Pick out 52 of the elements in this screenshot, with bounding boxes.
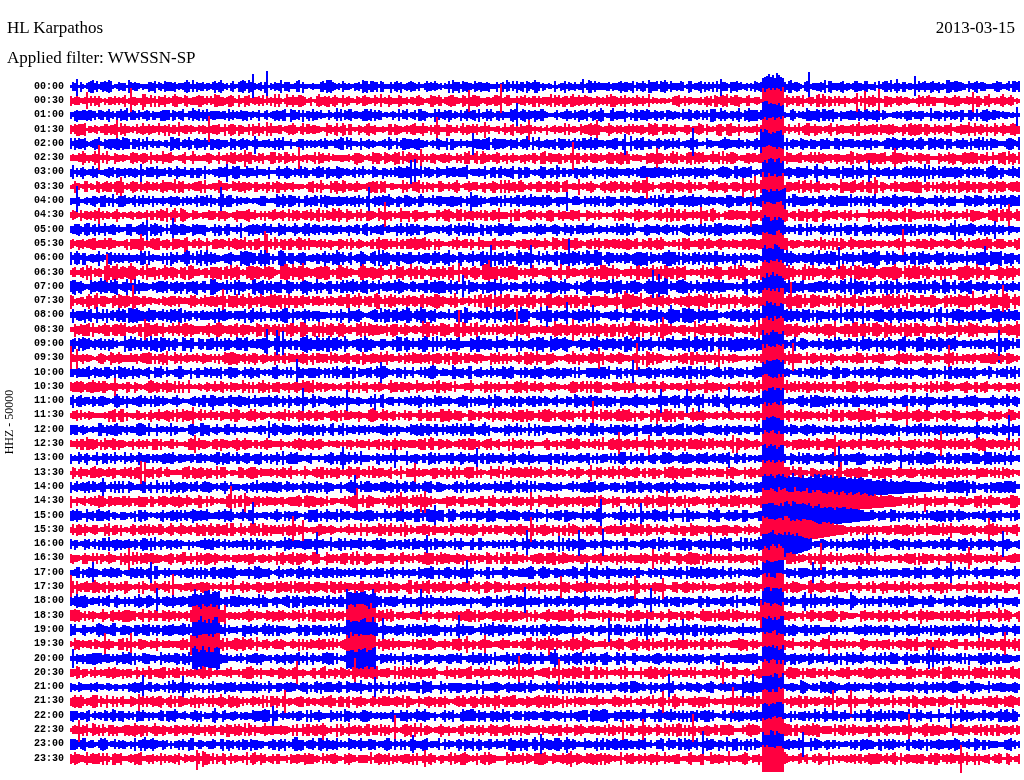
time-label: 04:00 xyxy=(34,195,64,206)
time-label: 10:00 xyxy=(34,366,64,378)
time-label: 23:00 xyxy=(34,738,64,750)
time-label: 03:30 xyxy=(34,180,64,192)
time-label: 06:00 xyxy=(34,252,64,264)
time-label: 07:30 xyxy=(34,295,64,307)
time-label: 08:30 xyxy=(34,323,64,335)
time-label: 17:00 xyxy=(34,566,64,578)
time-label: 11:00 xyxy=(34,395,64,407)
time-label: 04:30 xyxy=(34,209,64,221)
time-label: 14:00 xyxy=(34,480,64,492)
time-label: 01:00 xyxy=(34,109,64,121)
time-label: 07:00 xyxy=(34,280,64,292)
time-label: 22:30 xyxy=(34,724,64,735)
time-label: 09:30 xyxy=(34,352,64,364)
time-label: 18:30 xyxy=(34,609,64,621)
time-label: 19:30 xyxy=(34,638,64,650)
time-label: 20:00 xyxy=(34,652,64,664)
time-label: 18:00 xyxy=(34,595,64,607)
time-label: 15:30 xyxy=(34,523,64,535)
time-label: 06:30 xyxy=(34,266,64,278)
time-label: 03:00 xyxy=(34,166,64,178)
time-label: 01:30 xyxy=(34,123,64,135)
station-name: HL Karpathos xyxy=(7,18,104,38)
time-label: 11:30 xyxy=(34,409,64,421)
time-label: 21:30 xyxy=(34,695,64,707)
time-label: 14:30 xyxy=(34,495,64,507)
time-label: 23:30 xyxy=(34,752,64,764)
time-label: 05:00 xyxy=(34,223,64,235)
time-label: 12:30 xyxy=(34,438,64,450)
time-label: 16:00 xyxy=(34,538,64,550)
date-label: 2013-03-15 xyxy=(935,18,1016,38)
time-label: 13:30 xyxy=(34,466,64,478)
time-label: 02:30 xyxy=(34,152,64,164)
time-label: 22:00 xyxy=(34,709,64,721)
time-label: 02:00 xyxy=(34,137,64,149)
time-label: 17:30 xyxy=(34,581,64,593)
time-label: 08:00 xyxy=(34,309,64,321)
time-label: 00:30 xyxy=(34,94,64,106)
filter-label: Applied filter: WWSSN-SP xyxy=(7,48,196,67)
time-label: 16:30 xyxy=(34,552,64,564)
time-label: 05:30 xyxy=(34,237,64,249)
channel-axis-label: HHZ - 50000 xyxy=(1,389,17,455)
time-label: 10:30 xyxy=(34,380,64,392)
time-label: 15:00 xyxy=(34,509,64,521)
time-label: 21:00 xyxy=(34,681,64,693)
time-label: 19:00 xyxy=(34,623,64,635)
time-label: 13:00 xyxy=(34,452,64,464)
time-label: 12:00 xyxy=(34,423,64,435)
time-label: 20:30 xyxy=(34,666,64,678)
time-label: 09:00 xyxy=(34,338,64,349)
time-label: 00:00 xyxy=(34,80,64,92)
